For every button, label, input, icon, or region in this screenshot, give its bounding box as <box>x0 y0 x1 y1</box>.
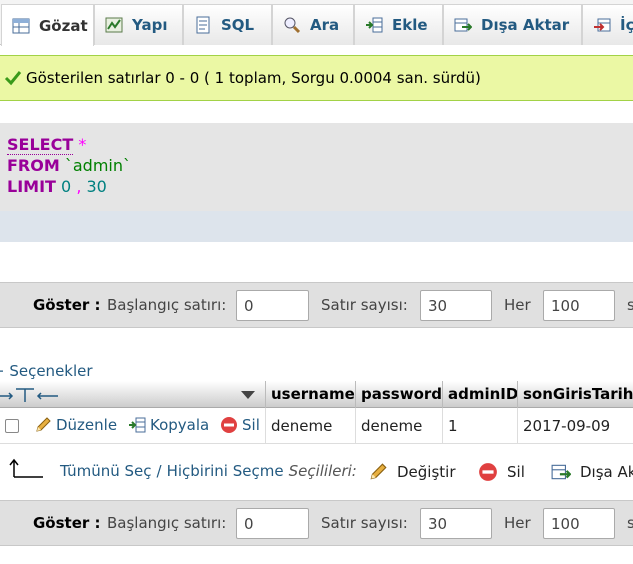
repeat-header-input[interactable] <box>543 508 615 539</box>
sql-limit-keyword: LIMIT <box>7 177 56 196</box>
truncated-label: s <box>627 514 633 532</box>
bulk-delete-label: Sil <box>507 463 525 481</box>
navigation-row-bottom: Göster : Başlangıç satırı: Satır sayısı:… <box>0 500 633 546</box>
tab-import[interactable]: İç <box>582 4 633 45</box>
tab-label: Yapı <box>132 16 168 34</box>
structure-icon <box>105 17 123 33</box>
tab-label: Dışa Aktar <box>481 16 570 34</box>
bulk-change-label: Değiştir <box>397 463 456 481</box>
pencil-icon <box>370 463 387 480</box>
column-toggle-arrows-icon[interactable] <box>0 386 62 404</box>
delete-icon <box>479 463 497 481</box>
cell-password[interactable]: deneme <box>355 408 442 444</box>
truncated-label: s <box>627 296 633 314</box>
delete-label: Sil <box>242 416 260 434</box>
select-all-link[interactable]: Tümünü Seç <box>60 462 152 480</box>
row-count-label: Satır sayısı: <box>321 514 408 532</box>
repeat-header-input[interactable] <box>543 290 615 321</box>
tab-label: Ara <box>310 16 340 34</box>
copy-link[interactable]: Kopyala <box>128 416 209 434</box>
copy-icon <box>129 417 146 433</box>
row-count-input[interactable] <box>420 290 492 321</box>
edit-label: Düzenle <box>56 416 118 434</box>
start-row-input[interactable] <box>236 290 309 321</box>
import-icon <box>594 18 611 32</box>
copy-label: Kopyala <box>150 416 210 434</box>
column-header-songiristarihi[interactable]: sonGirisTarihi <box>517 381 633 408</box>
export-icon <box>551 464 571 480</box>
export-icon <box>454 18 472 32</box>
column-header-password[interactable]: password <box>355 381 442 408</box>
tab-browse[interactable]: Gözat <box>1 4 94 46</box>
column-header-adminid[interactable]: adminID <box>442 381 517 408</box>
success-text: Gösterilen satırlar 0 - 0 ( 1 toplam, So… <box>26 69 481 87</box>
table-row: Düzenle Kopyala Sil deneme deneme 1 2017… <box>0 408 633 444</box>
sql-icon <box>196 16 210 34</box>
cell-username[interactable]: deneme <box>265 408 355 444</box>
insert-icon <box>366 17 383 33</box>
sql-comma: , <box>76 177 82 196</box>
results-table-header: username password adminID sonGirisTarihi <box>0 381 633 408</box>
sql-box-footer <box>0 211 633 242</box>
start-row-label: Başlangıç satırı: <box>107 514 227 532</box>
column-header-username[interactable]: username <box>265 381 355 408</box>
tab-search[interactable]: Ara <box>272 4 354 45</box>
select-all-group: Tümünü Seç / Hiçbirini Seçme Seçilileri: <box>60 462 357 480</box>
sql-count: 30 <box>86 177 107 196</box>
select-none-link[interactable]: Hiçbirini Seçme <box>167 462 284 480</box>
cell-songiristarihi[interactable]: 2017-09-09 <box>517 408 633 444</box>
tab-sql[interactable]: SQL <box>183 4 272 45</box>
bulk-change-button[interactable]: Değiştir <box>368 462 456 482</box>
table-browse-icon <box>12 18 30 33</box>
bulk-delete-button[interactable]: Sil <box>478 462 525 482</box>
tab-export[interactable]: Dışa Aktar <box>443 4 582 45</box>
sort-dropdown-icon[interactable] <box>240 390 256 400</box>
sql-table-name: `admin` <box>64 156 132 175</box>
show-label: Göster : <box>33 514 101 532</box>
search-icon <box>284 17 301 34</box>
sql-query-box: SELECT * FROM `admin` LIMIT 0 , 30 <box>0 123 633 211</box>
tab-label: Ekle <box>392 16 428 34</box>
sql-offset: 0 <box>61 177 72 196</box>
select-arrow-icon <box>9 458 43 478</box>
edit-link[interactable]: Düzenle <box>34 416 117 434</box>
row-checkbox[interactable] <box>5 419 19 433</box>
tab-structure[interactable]: Yapı <box>94 4 183 45</box>
bulk-export-button[interactable]: Dışa Ak <box>551 462 633 482</box>
row-count-input[interactable] <box>420 508 492 539</box>
every-label: Her <box>504 296 531 314</box>
cell-adminid[interactable]: 1 <box>442 408 517 444</box>
bulk-actions-row: Tümünü Seç / Hiçbirini Seçme Seçilileri:… <box>0 452 633 490</box>
bulk-export-label: Dışa Ak <box>580 463 633 481</box>
tab-bar: Gözat Yapı SQL Ara Ekle Dışa Aktar İç <box>0 0 633 46</box>
start-row-label: Başlangıç satırı: <box>107 296 227 314</box>
pencil-icon <box>36 417 51 432</box>
tab-label: İç <box>620 16 633 34</box>
sql-star: * <box>78 135 87 154</box>
with-selected-label: Seçilileri: <box>288 462 357 480</box>
row-count-label: Satır sayısı: <box>321 296 408 314</box>
check-icon <box>4 71 22 86</box>
navigation-row-top: Göster : Başlangıç satırı: Satır sayısı:… <box>0 282 633 328</box>
tab-label: Gözat <box>39 16 88 35</box>
select-separator: / <box>156 462 162 480</box>
start-row-input[interactable] <box>236 508 309 539</box>
tab-label: SQL <box>221 16 255 34</box>
tab-insert[interactable]: Ekle <box>354 4 443 45</box>
every-label: Her <box>504 514 531 532</box>
delete-link[interactable]: Sil <box>220 416 260 434</box>
delete-icon <box>221 417 237 433</box>
sql-select-keyword[interactable]: SELECT <box>7 135 74 155</box>
sql-from-keyword: FROM <box>7 156 60 175</box>
success-message: Gösterilen satırlar 0 - 0 ( 1 toplam, So… <box>0 55 633 101</box>
options-toggle[interactable]: + Seçenekler <box>0 362 93 380</box>
show-label: Göster : <box>33 296 101 314</box>
